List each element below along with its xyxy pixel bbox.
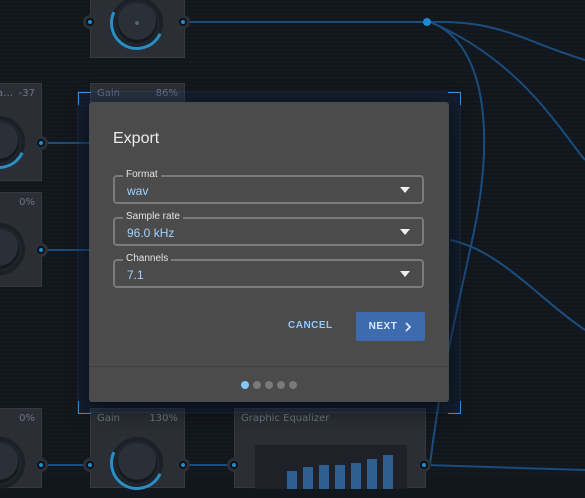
node-top-knob[interactable] — [90, 0, 185, 58]
caret-down-icon — [400, 271, 410, 277]
knob-arc — [0, 107, 34, 177]
eq-bars — [255, 445, 407, 489]
step-indicator — [241, 381, 297, 389]
node-output-port[interactable] — [34, 458, 48, 472]
node-value: 0% — [19, 197, 35, 208]
channels-value: 7.1 — [127, 268, 144, 282]
node-output-port[interactable] — [176, 458, 190, 472]
node-gain-bottom[interactable]: Gain 130% — [90, 408, 185, 498]
node-left-mid[interactable]: 0% — [0, 192, 42, 287]
step-dot[interactable] — [253, 381, 261, 389]
step-dot[interactable] — [289, 381, 297, 389]
channels-select[interactable]: Channels 7.1 — [113, 252, 424, 288]
chevron-right-icon — [405, 321, 412, 332]
node-title: a… — [0, 88, 14, 99]
caret-down-icon — [400, 229, 410, 235]
selection-corner — [448, 92, 461, 105]
dialog-divider — [89, 366, 449, 367]
selection-corner — [448, 401, 461, 414]
selection-corner — [78, 401, 91, 414]
node-output-port[interactable] — [34, 243, 48, 257]
node-output-port[interactable] — [176, 15, 190, 29]
cancel-button[interactable]: CANCEL — [288, 320, 333, 331]
knob[interactable] — [0, 107, 34, 177]
knob-arc — [102, 0, 172, 58]
node-value: 130% — [149, 413, 178, 424]
sample-rate-label: Sample rate — [123, 210, 183, 224]
next-button[interactable]: NEXT — [356, 312, 425, 341]
node-output-port[interactable] — [34, 136, 48, 150]
step-dot[interactable] — [277, 381, 285, 389]
node-left-top[interactable]: a… -37 — [0, 83, 42, 181]
node-value: -37 — [18, 88, 35, 99]
node-graphic-equalizer[interactable]: Graphic Equalizer — [234, 408, 426, 489]
format-select[interactable]: Format wav — [113, 168, 424, 204]
knob[interactable] — [0, 437, 25, 489]
node-input-port[interactable] — [227, 458, 241, 472]
export-dialog: Export Format wav Sample rate 96.0 kHz C… — [89, 102, 449, 402]
node-header: 0% — [0, 413, 35, 427]
knob[interactable] — [102, 0, 172, 58]
caret-down-icon — [400, 187, 410, 193]
node-left-bottom[interactable]: 0% — [0, 408, 42, 489]
node-header: 0% — [0, 197, 35, 211]
node-input-port[interactable] — [83, 15, 97, 29]
knob[interactable] — [102, 428, 172, 498]
sample-rate-select[interactable]: Sample rate 96.0 kHz — [113, 210, 424, 246]
sample-rate-value: 96.0 kHz — [127, 226, 175, 240]
step-dot[interactable] — [265, 381, 273, 389]
node-output-port[interactable] — [417, 458, 431, 472]
format-label: Format — [123, 168, 161, 182]
node-header: a… -37 — [0, 88, 35, 102]
wire-junction — [423, 18, 431, 26]
node-header: Gain 130% — [97, 413, 178, 427]
knob[interactable] — [0, 223, 25, 275]
step-dot[interactable] — [241, 381, 249, 389]
knob-dot — [135, 21, 139, 25]
node-title: Gain — [97, 413, 120, 424]
knob-arc — [102, 428, 172, 498]
dialog-title: Export — [113, 130, 160, 147]
next-button-label: NEXT — [368, 321, 398, 332]
node-value: 0% — [19, 413, 35, 424]
node-input-port[interactable] — [83, 458, 97, 472]
format-value: wav — [127, 184, 149, 198]
channels-label: Channels — [123, 252, 172, 266]
